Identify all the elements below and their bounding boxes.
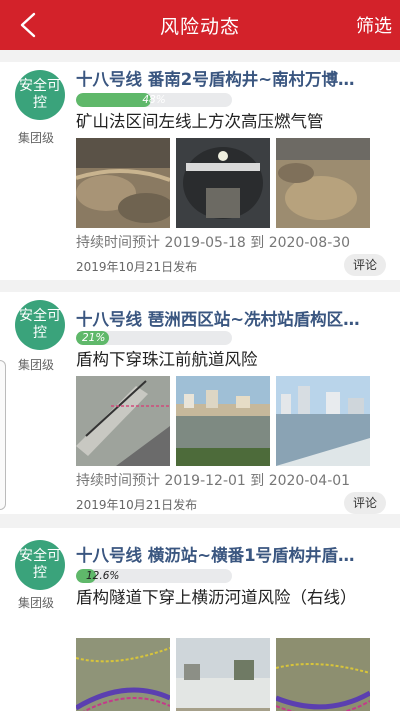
site-photo[interactable] [276,138,370,228]
risk-card[interactable]: 安全可控 集团级 十八号线 横沥站~横番1号盾构井盾… 12.6% 盾构隧道下穿… [0,528,400,711]
site-photo[interactable] [276,376,370,466]
progress-label: 48% [142,94,166,106]
site-photo[interactable] [76,638,170,711]
risk-list: 安全可控 集团级 十八号线 番南2号盾构井~南村万博… 48% 矿山法区间左线上… [0,50,400,711]
progress-bar: 12.6% [76,569,232,583]
comment-button[interactable]: 评论 [344,492,386,514]
level-label: 集团级 [18,596,55,610]
site-photo[interactable] [176,376,270,466]
comment-button[interactable]: 评论 [344,254,386,276]
status-badge: 安全可控 [15,300,65,350]
status-badge: 安全可控 [15,70,65,120]
progress-label: 12.6% [86,570,120,582]
site-photo[interactable] [76,376,170,466]
duration-text: 持续时间预计 2019-05-18 到 2020-08-30 [76,235,351,251]
photo-strip [76,376,370,466]
risk-description: 盾构隧道下穿上横沥河道风险（右线） [76,588,357,607]
level-label: 集团级 [18,131,55,145]
line-title: 十八号线 琶洲西区站~冼村站盾构区… [76,310,360,329]
risk-card[interactable]: 安全可控 集团级 十八号线 琶洲西区站~冼村站盾构区… 21% 盾构下穿珠江前航… [0,292,400,514]
top-bar: 风险动态 筛选 [0,0,400,50]
publish-date: 2019年10月21日发布 [76,498,198,512]
photo-strip [76,138,370,228]
risk-description: 盾构下穿珠江前航道风险 [76,350,258,369]
level-label: 集团级 [18,358,55,372]
photo-strip [76,638,370,711]
risk-description: 矿山法区间左线上方次高压燃气管 [76,112,324,131]
publish-date: 2019年10月21日发布 [76,260,198,274]
risk-card[interactable]: 安全可控 集团级 十八号线 番南2号盾构井~南村万博… 48% 矿山法区间左线上… [0,62,400,280]
site-photo[interactable] [276,638,370,711]
page-title: 风险动态 [159,15,240,38]
site-photo[interactable] [176,638,270,711]
duration-text: 持续时间预计 2019-12-01 到 2020-04-01 [76,473,351,489]
progress-bar: 48% [76,93,232,107]
side-drawer-handle[interactable] [0,360,6,510]
line-title: 十八号线 横沥站~横番1号盾构井盾… [76,546,355,565]
site-photo[interactable] [76,138,170,228]
back-arrow-icon[interactable] [10,5,50,45]
progress-bar: 21% [76,331,232,345]
line-title: 十八号线 番南2号盾构井~南村万博… [76,70,355,89]
status-badge: 安全可控 [15,540,65,590]
filter-button[interactable]: 筛选 [356,12,392,38]
progress-label: 21% [82,332,106,344]
site-photo[interactable] [176,138,270,228]
